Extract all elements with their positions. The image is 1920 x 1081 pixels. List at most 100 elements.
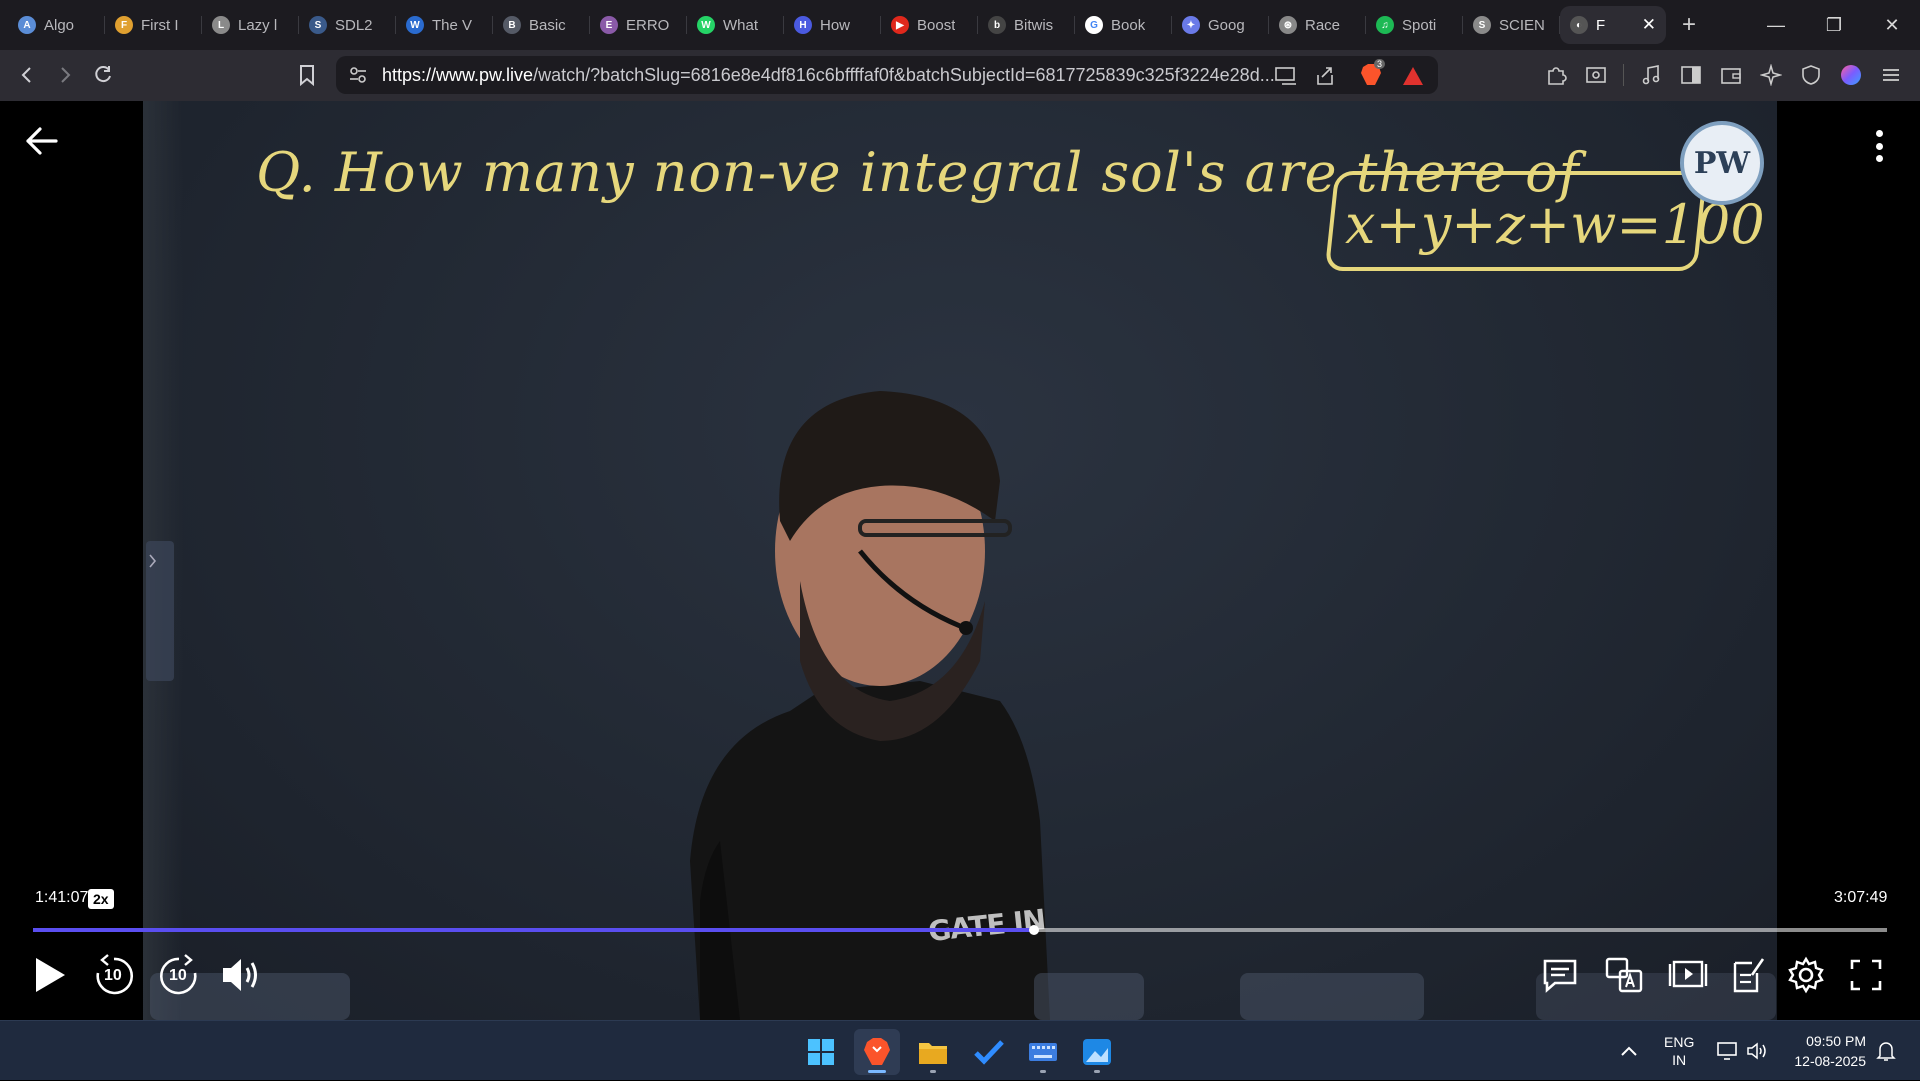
chat-icon xyxy=(1543,959,1577,993)
tab-7[interactable]: W What xyxy=(687,6,784,44)
bell-icon xyxy=(1876,1042,1896,1061)
comments-button[interactable] xyxy=(1538,953,1582,997)
toolbar-right xyxy=(1537,56,1910,94)
vpn-button[interactable] xyxy=(1792,56,1830,94)
taskbar-photos[interactable] xyxy=(1074,1029,1120,1075)
board-toolbar-tools xyxy=(1240,973,1424,1020)
clock-date: 12-08-2025 xyxy=(1794,1053,1866,1069)
playback-speed-badge[interactable]: 2x xyxy=(88,889,114,909)
tab-13[interactable]: ⊛ Race xyxy=(1269,6,1366,44)
tab-favicon-icon: A xyxy=(18,16,36,34)
gear-icon xyxy=(1788,956,1824,994)
rewind-label: 10 xyxy=(104,967,122,984)
progress-knob[interactable] xyxy=(1028,925,1039,935)
brave-rewards-icon xyxy=(1403,67,1423,85)
notifications-button[interactable] xyxy=(1876,1021,1896,1081)
video-player[interactable]: Q. How many non-ve integral sol's are th… xyxy=(0,101,1920,1020)
tab-8[interactable]: H How xyxy=(784,6,881,44)
tab-3[interactable]: S SDL2 xyxy=(299,6,396,44)
tab-0[interactable]: A Algo xyxy=(8,6,105,44)
play-button[interactable] xyxy=(28,953,72,997)
tab-5[interactable]: B Basic xyxy=(493,6,590,44)
tab-12[interactable]: ✦ Goog xyxy=(1172,6,1269,44)
close-window-button[interactable]: ✕ xyxy=(1864,0,1920,50)
forward-icon xyxy=(61,67,71,83)
board-toolbar-undo xyxy=(1034,973,1144,1020)
player-back-button[interactable] xyxy=(22,121,62,161)
tab-label: How xyxy=(820,16,851,34)
wallet-button[interactable] xyxy=(1712,56,1750,94)
minimize-button[interactable]: — xyxy=(1748,0,1804,50)
url-text[interactable]: https://www.pw.live/watch/?batchSlug=681… xyxy=(382,65,1275,86)
cast-icon xyxy=(1275,67,1296,85)
toolbar-divider xyxy=(1623,64,1624,86)
forward-10-button[interactable]: 10 xyxy=(157,953,201,997)
pw-logo: PW xyxy=(1680,121,1764,205)
rewind-10-button[interactable]: 10 xyxy=(92,953,136,997)
menu-button[interactable] xyxy=(1872,56,1910,94)
show-hidden-icons-button[interactable] xyxy=(1620,1021,1638,1081)
volume-button[interactable] xyxy=(220,953,264,997)
reload-button[interactable] xyxy=(84,56,122,94)
leo-ai-button[interactable] xyxy=(1752,56,1790,94)
network-icon xyxy=(1717,1042,1737,1060)
tab-favicon-icon: S xyxy=(309,16,327,34)
taskbar-file-explorer[interactable] xyxy=(910,1029,956,1075)
tab-favicon-icon: G xyxy=(1085,16,1103,34)
play-icon xyxy=(36,958,65,992)
address-bar[interactable]: https://www.pw.live/watch/?batchSlug=681… xyxy=(336,56,1438,94)
hamburger-icon xyxy=(1883,69,1899,81)
network-button[interactable] xyxy=(1716,1021,1740,1081)
reader-button[interactable] xyxy=(1577,56,1615,94)
tab-15[interactable]: S SCIEN xyxy=(1463,6,1560,44)
taskbar-brave[interactable] xyxy=(854,1029,900,1075)
tab-11[interactable]: G Book xyxy=(1075,6,1172,44)
more-options-button[interactable] xyxy=(1864,126,1894,166)
forward-button[interactable] xyxy=(46,56,84,94)
back-button[interactable] xyxy=(8,56,46,94)
tab-favicon-icon: W xyxy=(406,16,424,34)
settings-button[interactable] xyxy=(1784,953,1828,997)
restore-button[interactable]: ❐ xyxy=(1806,0,1862,50)
tab-14[interactable]: ♫ Spoti xyxy=(1366,6,1463,44)
tab-4[interactable]: W The V xyxy=(396,6,493,44)
tab-label: Lazy l xyxy=(238,16,278,34)
tab-close-icon[interactable]: ✕ xyxy=(1642,15,1656,35)
taskbar-keyboard[interactable] xyxy=(1020,1029,1066,1075)
progress-fill xyxy=(33,928,1034,932)
tab-label: Bitwis xyxy=(1014,16,1054,34)
fullscreen-icon xyxy=(1850,959,1882,991)
extensions-button[interactable] xyxy=(1537,56,1575,94)
profile-button[interactable] xyxy=(1832,56,1870,94)
progress-bar[interactable] xyxy=(33,925,1887,935)
tab-active[interactable]: ◐ F ✕ xyxy=(1560,6,1666,44)
bookmark-button[interactable] xyxy=(288,56,326,94)
fullscreen-button[interactable] xyxy=(1844,953,1888,997)
windows-logo-icon xyxy=(808,1039,834,1065)
tab-10[interactable]: b Bitwis xyxy=(978,6,1075,44)
tab-label: Basic xyxy=(529,16,566,34)
chevron-up-icon xyxy=(1621,1046,1637,1056)
tab-9[interactable]: ▶ Boost xyxy=(881,6,978,44)
tab-6[interactable]: E ERRO xyxy=(590,6,687,44)
chevron-right-icon xyxy=(149,554,157,568)
clock[interactable]: 09:50 PM 12-08-2025 xyxy=(1786,1021,1866,1081)
speaker-icon xyxy=(1747,1042,1766,1060)
tab-2[interactable]: L Lazy l xyxy=(202,6,299,44)
tab-1[interactable]: F First I xyxy=(105,6,202,44)
mini-player-button[interactable] xyxy=(1666,953,1710,997)
volume-tray-button[interactable] xyxy=(1746,1021,1770,1081)
translate-button[interactable] xyxy=(1602,953,1646,997)
tab-label: Algo xyxy=(44,16,75,34)
notes-button[interactable] xyxy=(1726,953,1770,997)
media-button[interactable] xyxy=(1632,56,1670,94)
side-panel-handle[interactable] xyxy=(146,541,174,681)
brave-shields-button[interactable]: 3 xyxy=(1360,59,1386,87)
volume-icon xyxy=(223,959,257,991)
start-button[interactable] xyxy=(798,1029,844,1075)
new-tab-button[interactable]: + xyxy=(1666,6,1712,44)
tab-favicon-icon: ✦ xyxy=(1182,16,1200,34)
sidebar-button[interactable] xyxy=(1672,56,1710,94)
language-indicator[interactable]: ENG IN xyxy=(1664,1021,1694,1081)
taskbar-todo[interactable] xyxy=(966,1029,1012,1075)
